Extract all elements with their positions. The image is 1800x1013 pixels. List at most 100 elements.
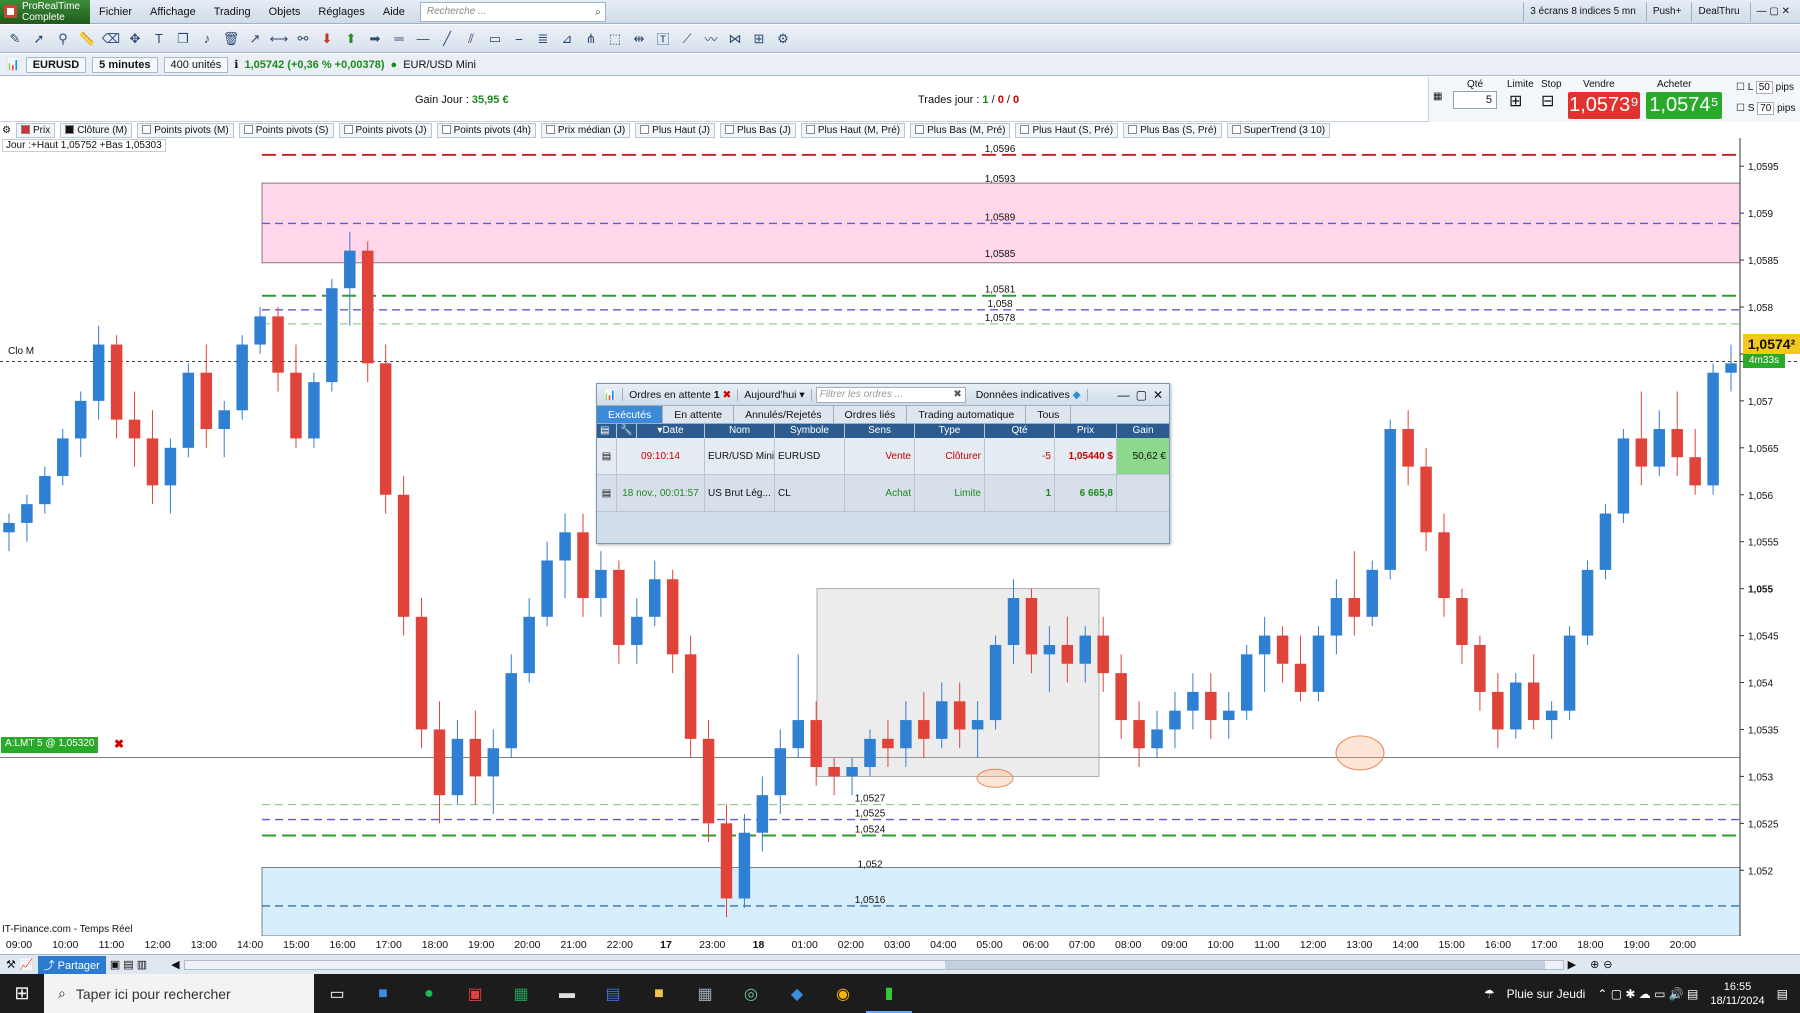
indicator-tag[interactable]: Points pivots (S) [238, 122, 334, 138]
col-date[interactable]: ▾ Date [637, 424, 705, 438]
excel-icon[interactable]: ▦ [498, 974, 544, 1013]
l-checkbox[interactable]: ☐ L 50 pips [1736, 81, 1794, 94]
menu-reglages[interactable]: Réglages [309, 6, 373, 18]
grid-icon[interactable]: ⊞ [748, 28, 770, 50]
clock[interactable]: 16:55 18/11/2024 [1710, 980, 1764, 1008]
close-icon[interactable]: ✕ [1153, 388, 1163, 402]
buy-button[interactable]: 1,0574⁵ [1646, 92, 1722, 119]
dealthru-button[interactable]: DealThru [1691, 2, 1745, 22]
indicator-tag[interactable]: Points pivots (M) [137, 122, 234, 138]
pattern-icon[interactable]: ⋈ [724, 28, 746, 50]
tray-icons[interactable]: ⌃ ▢ ✱ ☁ ▭ 🔊 ▤ [1597, 987, 1698, 1001]
indicator-tag[interactable]: SuperTrend (3 10) [1226, 122, 1331, 138]
row-icon[interactable]: ▤ [597, 475, 617, 511]
indicator-tag[interactable]: Plus Bas (J) [719, 122, 796, 138]
search-icon[interactable]: ⌕ [595, 4, 601, 22]
zoom-icon[interactable]: ⚲ [52, 28, 74, 50]
prorealtime-icon[interactable]: ▮ [866, 974, 912, 1013]
symbol-select[interactable]: EURUSD [25, 56, 87, 73]
menu-affichage[interactable]: Affichage [141, 6, 205, 18]
weather-text[interactable]: Pluie sur Jeudi [1507, 987, 1586, 1001]
fib-fan-icon[interactable]: ⊿ [556, 28, 578, 50]
weather-icon[interactable]: ☂ [1484, 987, 1495, 1001]
indicator-tag[interactable]: Prix [15, 122, 56, 138]
menu-aide[interactable]: Aide [374, 6, 414, 18]
tab-ordres-lies[interactable]: Ordres liés [834, 406, 908, 423]
col-nom[interactable]: Nom [705, 424, 775, 438]
hline-icon[interactable]: ═ [388, 28, 410, 50]
app-icon[interactable]: ■ [360, 974, 406, 1013]
calculator-icon[interactable]: ▦ [1433, 91, 1442, 102]
spotify-icon[interactable]: ● [406, 974, 452, 1013]
s-checkbox[interactable]: ☐ S 70 pips [1736, 102, 1795, 115]
indicator-tag[interactable]: Plus Haut (J) [635, 122, 715, 138]
tab-tous[interactable]: Tous [1026, 406, 1072, 423]
horizontal-scrollbar[interactable] [183, 959, 1564, 970]
task-view-icon[interactable]: ▭ [314, 974, 360, 1013]
info-icon[interactable]: ℹ [234, 58, 238, 71]
tab-annules[interactable]: Annulés/Rejetés [734, 406, 834, 423]
zoom-out-icon[interactable]: ⊖ [1603, 958, 1612, 971]
menu-trading[interactable]: Trading [205, 6, 260, 18]
col-sens[interactable]: Sens [845, 424, 915, 438]
text-box-icon[interactable]: 🅃 [652, 28, 674, 50]
scroll-right-icon[interactable]: ▶ [1568, 958, 1576, 971]
col-symbole[interactable]: Symbole [775, 424, 845, 438]
indicator-tag[interactable]: Prix médian (J) [540, 122, 631, 138]
vscode-icon[interactable]: ◆ [774, 974, 820, 1013]
menu-fichier[interactable]: Fichier [90, 6, 141, 18]
move-icon[interactable]: ✥ [124, 28, 146, 50]
sell-button[interactable]: 1,0573⁹ [1568, 92, 1640, 119]
indicator-tag[interactable]: Clôture (M) [60, 122, 133, 138]
trash-icon[interactable]: 🗑 [220, 28, 242, 50]
indicator-tag[interactable]: Plus Haut (S, Pré) [1015, 122, 1119, 138]
col-gain[interactable]: Gain [1117, 424, 1169, 438]
calculator-icon[interactable]: ▦ [682, 974, 728, 1013]
cursor-icon[interactable]: ➚ [28, 28, 50, 50]
rectangle-icon[interactable]: ▭ [484, 28, 506, 50]
hray-icon[interactable]: ⎯ [508, 28, 530, 50]
clear-filter-icon[interactable]: ✖ [953, 388, 961, 402]
word-icon[interactable]: ▤ [590, 974, 636, 1013]
push-button[interactable]: Push+ [1645, 2, 1688, 22]
channel-icon[interactable]: ⫽ [460, 28, 482, 50]
indicator-tag[interactable]: Plus Bas (S, Pré) [1123, 122, 1222, 138]
stop-button[interactable]: ⊟ [1541, 91, 1554, 111]
filter-input[interactable]: Filtrer les ordres ... ✖ [815, 386, 966, 403]
arrow-right-icon[interactable]: ➡ [364, 28, 386, 50]
segment-icon[interactable]: ⟷ [268, 28, 290, 50]
period-select[interactable]: Aujourd'hui ▾ [738, 388, 812, 401]
box-icon[interactable]: ⬚ [604, 28, 626, 50]
maximize-icon[interactable]: ▢ [1136, 388, 1147, 402]
chart-icon[interactable]: 📈 [20, 958, 34, 971]
measure-icon[interactable]: ⇹ [628, 28, 650, 50]
pencil-icon[interactable]: ✎ [4, 28, 26, 50]
search-input[interactable]: Recherche ... ⌕ [419, 1, 606, 22]
notification-icon[interactable]: ▤ [1777, 987, 1788, 1001]
arrow-icon[interactable]: ↗ [244, 28, 266, 50]
close-tab-icon[interactable]: ✖ [722, 389, 731, 401]
settings-icon[interactable]: ⚙ [772, 28, 794, 50]
files-icon[interactable]: ▬ [544, 974, 590, 1013]
ig-icon[interactable]: ▣ [452, 974, 498, 1013]
screens-button[interactable]: 3 écrans 8 indices 5 mn [1523, 2, 1642, 22]
qte-input[interactable]: 5 [1453, 91, 1497, 109]
layout-icon[interactable]: ▣ ▤ ▥ [110, 958, 147, 971]
line-icon[interactable]: — [412, 28, 434, 50]
close-icon[interactable]: ✖ [114, 737, 124, 751]
share-button[interactable]: ⤴ Partager [37, 955, 106, 974]
indicator-tag[interactable]: Points pivots (4h) [436, 122, 536, 138]
table-row[interactable]: ▤ 18 nov., 00:01:57 US Brut Lég... CL Ac… [597, 475, 1169, 512]
tools-icon[interactable]: ⚒ [6, 958, 16, 971]
tab-en-attente[interactable]: En attente [663, 406, 735, 423]
tool-icon[interactable]: ◎ [728, 974, 774, 1013]
pitchfork-icon[interactable]: ⋔ [580, 28, 602, 50]
ruler2-icon[interactable]: ⟋ [676, 28, 698, 50]
arrow-down-icon[interactable]: ⬇ [316, 28, 338, 50]
tab-pending-orders[interactable]: Ordres en attente 1 ✖ [623, 388, 739, 401]
ruler-icon[interactable]: 📏 [76, 28, 98, 50]
wrench-icon[interactable]: 🔧 [617, 424, 637, 438]
indicator-tag[interactable]: Points pivots (J) [338, 122, 432, 138]
units-select[interactable]: 400 unités [163, 56, 229, 73]
trendline-icon[interactable]: ╱ [436, 28, 458, 50]
